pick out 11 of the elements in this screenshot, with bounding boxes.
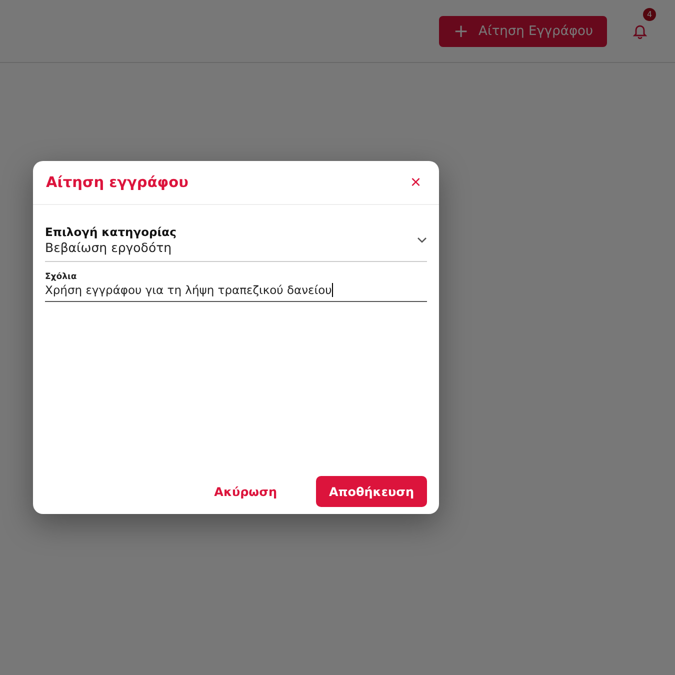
comments-field[interactable]: Χρήση εγγράφου για τη λήψη τραπεζικού δανείου: [45, 283, 427, 302]
cancel-button[interactable]: Ακύρωση: [201, 476, 290, 507]
request-document-button[interactable]: + Αίτηση Εγγράφου: [439, 16, 607, 46]
notification-badge: 4: [643, 8, 656, 21]
category-select[interactable]: Επιλογή κατηγορίας Βεβαίωση εργοδότη: [45, 225, 427, 262]
save-button[interactable]: Αποθήκευση: [316, 476, 427, 507]
dialog-title: Αίτηση εγγράφου: [46, 174, 188, 190]
comments-label: Σχόλια: [45, 272, 78, 282]
close-button[interactable]: ×: [406, 172, 425, 193]
chevron-down-icon: [417, 237, 427, 243]
bell-icon[interactable]: [633, 23, 647, 39]
